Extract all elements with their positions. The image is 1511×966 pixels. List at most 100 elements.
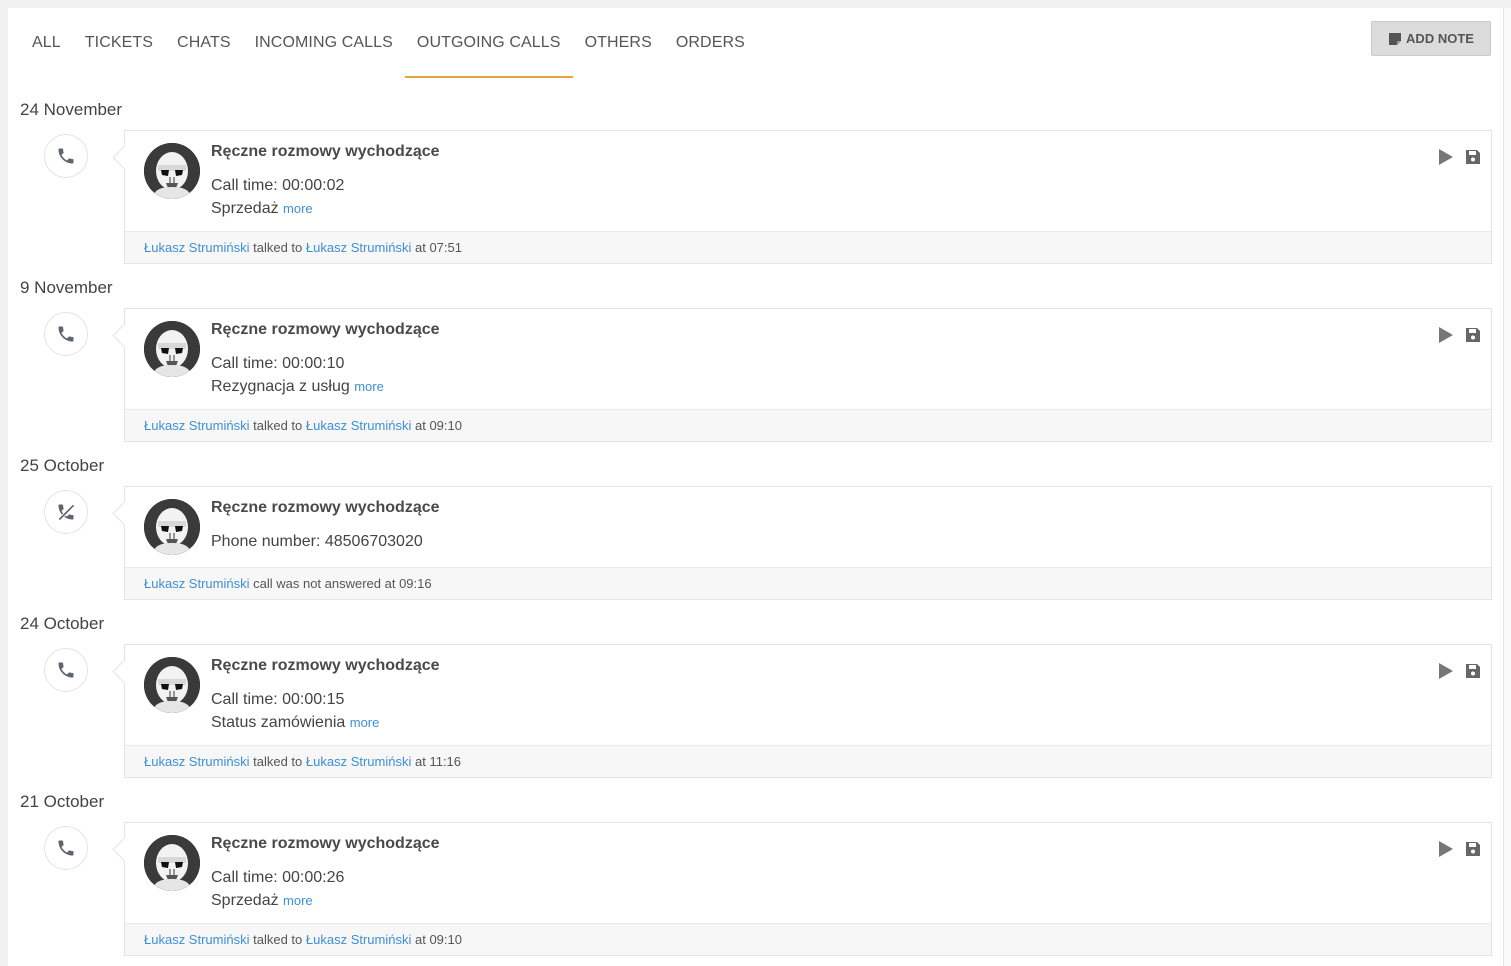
talked-to-text: talked to <box>253 240 303 255</box>
tab-outgoing-calls[interactable]: OUTGOING CALLS <box>404 30 573 78</box>
stormtrooper-avatar-icon <box>144 499 200 555</box>
tab-all[interactable]: ALL <box>20 30 73 78</box>
call-topic: Sprzedaż more <box>211 892 440 910</box>
agent-link[interactable]: Łukasz Strumiński <box>144 418 249 433</box>
call-topic-text: Sprzedaż <box>211 892 279 909</box>
call-time-at: at 07:51 <box>415 240 462 255</box>
call-footer: Łukasz Strumiński call was not answered … <box>125 567 1491 599</box>
phone-icon <box>58 326 74 342</box>
call-title: Ręczne rozmowy wychodzące <box>211 657 440 674</box>
stormtrooper-avatar-icon <box>144 835 200 891</box>
note-icon <box>1389 32 1402 45</box>
tab-others[interactable]: OTHERS <box>573 30 664 78</box>
call-card: Ręczne rozmowy wychodzące Call time: 00:… <box>124 822 1492 956</box>
right-gutter <box>1503 8 1511 966</box>
timeline-day: 9 November Ręczne rozmowy wychodzące Cal… <box>8 264 1503 442</box>
customer-link[interactable]: Łukasz Strumiński <box>306 418 411 433</box>
timeline-panel: ALL TICKETS CHATS INCOMING CALLS OUTGOIN… <box>8 8 1503 966</box>
talked-to-text: talked to <box>253 418 303 433</box>
timeline-entry: Ręczne rozmowy wychodzące Call time: 00:… <box>8 822 1503 956</box>
date-heading: 21 October <box>20 792 105 811</box>
play-icon[interactable] <box>1437 327 1453 343</box>
agent-link[interactable]: Łukasz Strumiński <box>144 576 249 591</box>
call-type-badge <box>44 826 88 870</box>
call-card: Ręczne rozmowy wychodzące Call time: 00:… <box>124 130 1492 264</box>
call-time-at: at 09:10 <box>415 932 462 947</box>
add-note-button[interactable]: ADD NOTE <box>1371 21 1491 56</box>
talked-to-text: talked to <box>253 754 303 769</box>
recording-actions <box>1437 149 1481 165</box>
call-topic: Rezygnacja z usług more <box>211 378 440 396</box>
avatar <box>144 321 200 377</box>
tab-chats[interactable]: CHATS <box>165 30 243 78</box>
call-card: Ręczne rozmowy wychodzące Call time: 00:… <box>124 644 1492 778</box>
timeline-entry: Ręczne rozmowy wychodzące Call time: 00:… <box>8 308 1503 442</box>
tab-incoming-calls[interactable]: INCOMING CALLS <box>243 30 405 78</box>
more-link[interactable]: more <box>283 201 313 216</box>
avatar <box>144 657 200 713</box>
talked-to-text: talked to <box>253 932 303 947</box>
play-icon[interactable] <box>1437 663 1453 679</box>
call-title: Ręczne rozmowy wychodzące <box>211 321 440 338</box>
tab-tickets[interactable]: TICKETS <box>73 30 165 78</box>
date-heading: 24 October <box>20 614 105 633</box>
avatar <box>144 143 200 199</box>
stormtrooper-avatar-icon <box>144 143 200 199</box>
call-topic: Sprzedaż more <box>211 200 440 218</box>
agent-link[interactable]: Łukasz Strumiński <box>144 754 249 769</box>
timeline-day: 21 October Ręczne rozmowy wychodzące Cal… <box>8 778 1503 956</box>
call-topic-text: Sprzedaż <box>211 200 279 217</box>
avatar <box>144 835 200 891</box>
call-topic: Status zamówienia more <box>211 714 440 732</box>
more-link[interactable]: more <box>283 893 313 908</box>
call-type-badge <box>44 134 88 178</box>
customer-link[interactable]: Łukasz Strumiński <box>306 932 411 947</box>
call-time: Call time: 00:00:26 <box>211 869 345 886</box>
phone-icon <box>58 148 74 164</box>
phone-icon <box>58 662 74 678</box>
save-icon[interactable] <box>1465 327 1481 343</box>
call-time: Call time: 00:00:02 <box>211 177 345 194</box>
call-title: Ręczne rozmowy wychodzące <box>211 499 440 516</box>
recording-actions <box>1437 663 1481 679</box>
play-icon[interactable] <box>1437 841 1453 857</box>
missed-call-icon <box>58 504 75 521</box>
timeline-entry: Ręczne rozmowy wychodzące Call time: 00:… <box>8 130 1503 264</box>
timeline-day: 24 November Ręczne rozmowy wychodzące Ca… <box>8 86 1503 264</box>
call-time-at: at 09:10 <box>415 418 462 433</box>
call-type-badge <box>44 312 88 356</box>
call-topic-text: Rezygnacja z usług <box>211 378 350 395</box>
play-icon[interactable] <box>1437 149 1453 165</box>
call-footer: Łukasz Strumiński talked to Łukasz Strum… <box>125 231 1491 263</box>
save-icon[interactable] <box>1465 149 1481 165</box>
agent-link[interactable]: Łukasz Strumiński <box>144 240 249 255</box>
customer-link[interactable]: Łukasz Strumiński <box>306 240 411 255</box>
more-link[interactable]: more <box>350 715 380 730</box>
save-icon[interactable] <box>1465 663 1481 679</box>
timeline-entry: Ręczne rozmowy wychodzące Phone number: … <box>8 486 1503 600</box>
call-title: Ręczne rozmowy wychodzące <box>211 835 440 852</box>
timeline-entry: Ręczne rozmowy wychodzące Call time: 00:… <box>8 644 1503 778</box>
call-footer: Łukasz Strumiński talked to Łukasz Strum… <box>125 409 1491 441</box>
phone-number: Phone number: 48506703020 <box>211 533 423 550</box>
tab-bar: ALL TICKETS CHATS INCOMING CALLS OUTGOIN… <box>20 30 757 78</box>
call-time-at: at 11:16 <box>415 754 462 769</box>
missed-status-text: call was not answered at 09:16 <box>253 576 432 591</box>
customer-link[interactable]: Łukasz Strumiński <box>306 754 411 769</box>
recording-actions <box>1437 327 1481 343</box>
stormtrooper-avatar-icon <box>144 321 200 377</box>
call-footer: Łukasz Strumiński talked to Łukasz Strum… <box>125 745 1491 777</box>
call-time: Call time: 00:00:10 <box>211 355 345 372</box>
timeline-feed: 24 November Ręczne rozmowy wychodzące Ca… <box>8 86 1503 956</box>
call-card: Ręczne rozmowy wychodzące Call time: 00:… <box>124 308 1492 442</box>
date-heading: 24 November <box>20 100 123 119</box>
call-title: Ręczne rozmowy wychodzące <box>211 143 440 160</box>
tab-orders[interactable]: ORDERS <box>664 30 757 78</box>
save-icon[interactable] <box>1465 841 1481 857</box>
call-type-badge <box>44 490 88 534</box>
date-heading: 25 October <box>20 456 105 475</box>
more-link[interactable]: more <box>354 379 384 394</box>
agent-link[interactable]: Łukasz Strumiński <box>144 932 249 947</box>
call-type-badge <box>44 648 88 692</box>
stormtrooper-avatar-icon <box>144 657 200 713</box>
